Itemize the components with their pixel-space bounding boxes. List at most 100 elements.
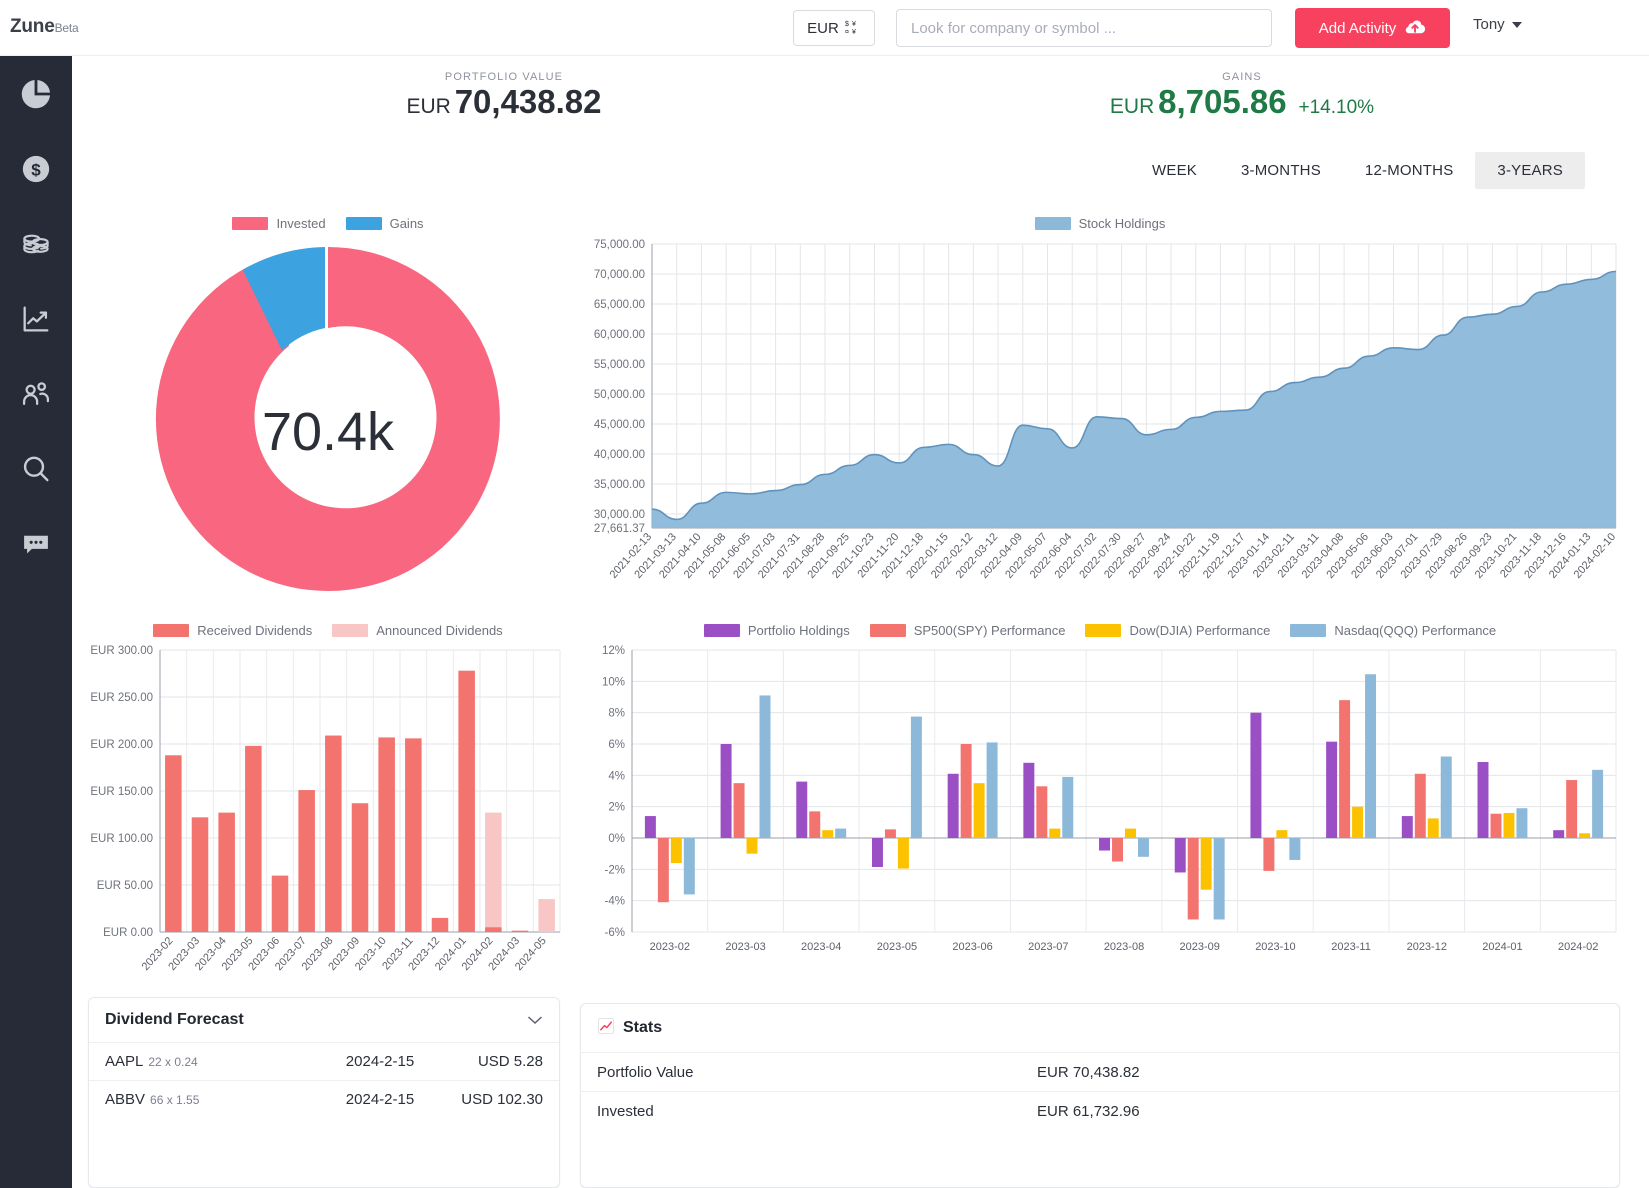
legend-swatch-announced bbox=[332, 624, 368, 637]
legend-swatch-portfolio bbox=[704, 624, 740, 637]
legend-swatch-gains bbox=[346, 217, 382, 230]
legend-item-gains[interactable]: Gains bbox=[346, 216, 424, 231]
range-tab-3-months[interactable]: 3-MONTHS bbox=[1219, 152, 1343, 189]
time-range-tabs: WEEK 3-MONTHS 12-MONTHS 3-YEARS bbox=[1130, 152, 1585, 189]
sidebar-item-dashboard[interactable] bbox=[0, 56, 72, 131]
legend-item-portfolio-holdings[interactable]: Portfolio Holdings bbox=[704, 623, 850, 638]
currency-selector-button[interactable]: EUR $ ¥ ¤ ¥ bbox=[793, 10, 875, 46]
gains-label: GAINS bbox=[992, 71, 1492, 83]
stats-title: Stats bbox=[623, 1019, 662, 1037]
summary-section: PORTFOLIO VALUE EUR 70,438.82 GAINS EUR … bbox=[72, 56, 1649, 156]
forecast-date: 2024-2-15 bbox=[305, 1091, 455, 1108]
svg-text:2%: 2% bbox=[608, 802, 625, 814]
forecast-symbol-text: ABBV bbox=[105, 1091, 145, 1108]
svg-text:$: $ bbox=[31, 160, 41, 179]
table-row: Invested EUR 61,732.96 bbox=[581, 1091, 1619, 1130]
svg-text:65,000.00: 65,000.00 bbox=[594, 299, 645, 311]
chart-increase-icon bbox=[597, 1017, 615, 1040]
svg-text:10%: 10% bbox=[602, 676, 625, 688]
legend-item-announced-dividends[interactable]: Announced Dividends bbox=[332, 623, 502, 638]
sidebar-item-community[interactable] bbox=[0, 356, 72, 431]
svg-text:50,000.00: 50,000.00 bbox=[594, 389, 645, 401]
svg-text:$: $ bbox=[845, 21, 849, 28]
legend-item-invested[interactable]: Invested bbox=[232, 216, 325, 231]
forecast-symbol-text: AAPL bbox=[105, 1053, 143, 1070]
donut-slice-invested[interactable] bbox=[156, 247, 500, 591]
svg-text:EUR 50.00: EUR 50.00 bbox=[97, 880, 153, 892]
user-menu[interactable]: Tony bbox=[1473, 16, 1522, 33]
cloud-upload-icon bbox=[1404, 17, 1426, 39]
sidebar-item-dividends[interactable] bbox=[0, 206, 72, 281]
chevron-down-icon bbox=[1512, 22, 1522, 28]
dividends-bar-chart: Received Dividends Announced Dividends E… bbox=[88, 618, 568, 993]
svg-text:2024-02: 2024-02 bbox=[1558, 941, 1598, 953]
legend-swatch-dow bbox=[1085, 624, 1121, 637]
legend-item-dow[interactable]: Dow(DJIA) Performance bbox=[1085, 623, 1270, 638]
search-icon bbox=[19, 452, 53, 486]
dividend-forecast-title: Dividend Forecast bbox=[105, 1011, 244, 1029]
stats-value: EUR 70,438.82 bbox=[1037, 1064, 1603, 1081]
svg-text:2023-02: 2023-02 bbox=[650, 941, 690, 953]
svg-text:6%: 6% bbox=[608, 739, 625, 751]
brand-name: Zune bbox=[10, 16, 55, 37]
table-row[interactable]: AAPL22 x 0.24 2024-2-15 USD 5.28 bbox=[89, 1042, 559, 1080]
dollar-circle-icon: $ bbox=[19, 152, 53, 186]
performance-chart-svg: -6%-4%-2%0%2%4%6%8%10%12%2023-022023-032… bbox=[580, 642, 1620, 992]
performance-legend: Portfolio Holdings SP500(SPY) Performanc… bbox=[580, 618, 1620, 642]
sidebar-item-messages[interactable] bbox=[0, 506, 72, 581]
search-input[interactable] bbox=[896, 9, 1272, 47]
area-legend: Stock Holdings bbox=[580, 210, 1620, 236]
chevron-down-icon[interactable] bbox=[527, 1012, 543, 1029]
svg-text:EUR 200.00: EUR 200.00 bbox=[90, 739, 153, 751]
sidebar-item-performance[interactable] bbox=[0, 281, 72, 356]
stats-card: Stats Portfolio Value EUR 70,438.82 Inve… bbox=[580, 1003, 1620, 1188]
svg-text:2023-04: 2023-04 bbox=[801, 941, 841, 953]
svg-text:2024-01: 2024-01 bbox=[1482, 941, 1522, 953]
legend-item-received-dividends[interactable]: Received Dividends bbox=[153, 623, 312, 638]
legend-label-received: Received Dividends bbox=[197, 623, 312, 638]
svg-text:-6%: -6% bbox=[605, 927, 625, 939]
svg-text:2023-08: 2023-08 bbox=[1104, 941, 1144, 953]
gains-amount: EUR 8,705.86 +14.10% bbox=[992, 83, 1492, 121]
stats-key: Invested bbox=[597, 1103, 1037, 1120]
stock-holdings-area-chart: Stock Holdings 30,000.0035,000.0040,000.… bbox=[580, 210, 1620, 610]
svg-text:60,000.00: 60,000.00 bbox=[594, 329, 645, 341]
coins-stack-icon bbox=[19, 227, 53, 261]
legend-label-stock-holdings: Stock Holdings bbox=[1079, 216, 1166, 231]
forecast-quantity: 22 x 0.24 bbox=[148, 1055, 197, 1069]
portfolio-value-kpi: PORTFOLIO VALUE EUR 70,438.82 bbox=[304, 71, 704, 121]
sidebar-item-search[interactable] bbox=[0, 431, 72, 506]
portfolio-currency: EUR bbox=[406, 95, 450, 118]
forecast-quantity: 66 x 1.55 bbox=[150, 1093, 199, 1107]
table-row[interactable]: ABBV66 x 1.55 2024-2-15 USD 102.30 bbox=[89, 1080, 559, 1118]
donut-legend: Invested Gains bbox=[88, 210, 568, 236]
app-logo[interactable]: ZuneBeta bbox=[10, 16, 78, 38]
svg-text:2023-03: 2023-03 bbox=[725, 941, 765, 953]
svg-text:EUR 250.00: EUR 250.00 bbox=[90, 692, 153, 704]
sidebar-item-income[interactable]: $ bbox=[0, 131, 72, 206]
line-chart-icon bbox=[19, 302, 53, 336]
svg-text:EUR 150.00: EUR 150.00 bbox=[90, 786, 153, 798]
legend-item-nasdaq[interactable]: Nasdaq(QQQ) Performance bbox=[1290, 623, 1496, 638]
add-activity-label: Add Activity bbox=[1319, 20, 1397, 37]
svg-text:27,661.37: 27,661.37 bbox=[594, 523, 645, 535]
range-tab-week[interactable]: WEEK bbox=[1130, 152, 1219, 189]
portfolio-value-amount: EUR 70,438.82 bbox=[304, 83, 704, 121]
legend-label-sp500: SP500(SPY) Performance bbox=[914, 623, 1066, 638]
legend-item-stock-holdings[interactable]: Stock Holdings bbox=[1035, 216, 1166, 231]
svg-text:8%: 8% bbox=[608, 708, 625, 720]
top-header-bar: ZuneBeta EUR $ ¥ ¤ ¥ Add Activity Tony bbox=[0, 0, 1649, 56]
legend-item-sp500[interactable]: SP500(SPY) Performance bbox=[870, 623, 1066, 638]
dividends-chart-svg: EUR 0.00EUR 50.00EUR 100.00EUR 150.00EUR… bbox=[88, 642, 568, 992]
range-tab-12-months[interactable]: 12-MONTHS bbox=[1343, 152, 1475, 189]
legend-swatch-received bbox=[153, 624, 189, 637]
legend-label-nasdaq: Nasdaq(QQQ) Performance bbox=[1334, 623, 1496, 638]
forecast-symbol: ABBV 66 x 1.55 bbox=[105, 1091, 305, 1108]
svg-text:2023-09: 2023-09 bbox=[1180, 941, 1220, 953]
forecast-symbol: AAPL 22 x 0.24 bbox=[105, 1053, 305, 1070]
svg-text:45,000.00: 45,000.00 bbox=[594, 419, 645, 431]
add-activity-button[interactable]: Add Activity bbox=[1295, 8, 1450, 48]
forecast-amount: USD 5.28 bbox=[455, 1053, 543, 1070]
range-tab-3-years[interactable]: 3-YEARS bbox=[1475, 152, 1585, 189]
svg-text:75,000.00: 75,000.00 bbox=[594, 239, 645, 251]
